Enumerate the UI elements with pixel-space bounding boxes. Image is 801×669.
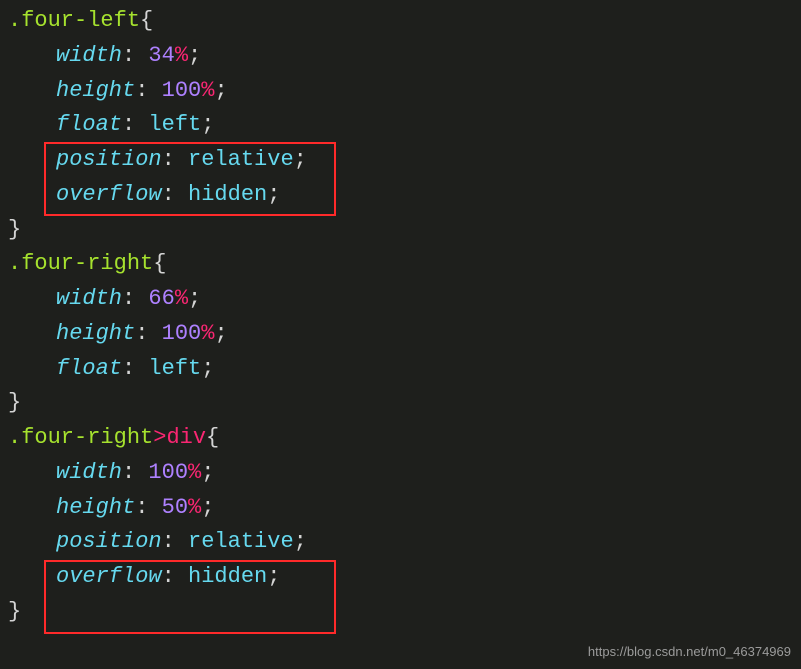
declaration-line: width: 100%; [8, 456, 801, 491]
css-value: hidden [188, 564, 267, 589]
brace-open: { [153, 251, 166, 276]
selector-line: .four-right>div{ [8, 421, 801, 456]
semicolon: ; [188, 286, 201, 311]
semicolon: ; [201, 356, 214, 381]
semicolon: ; [214, 321, 227, 346]
brace-close-line: } [8, 213, 801, 248]
brace-open: { [140, 8, 153, 33]
css-property: float [56, 356, 122, 381]
declaration-line: position: relative; [8, 143, 801, 178]
brace-open: { [206, 425, 219, 450]
css-unit: % [188, 495, 201, 520]
css-property: width [56, 286, 122, 311]
declaration-line: float: left; [8, 108, 801, 143]
declaration-line: height: 100%; [8, 317, 801, 352]
css-property: overflow [56, 564, 162, 589]
semicolon: ; [267, 564, 280, 589]
colon: : [122, 43, 135, 68]
declaration-line: float: left; [8, 352, 801, 387]
colon: : [135, 321, 148, 346]
semicolon: ; [294, 147, 307, 172]
semicolon: ; [267, 182, 280, 207]
declaration-line: overflow: hidden; [8, 178, 801, 213]
semicolon: ; [201, 112, 214, 137]
css-value: relative [188, 147, 294, 172]
selector-class: .four-right [8, 251, 153, 276]
semicolon: ; [188, 43, 201, 68]
css-value: 50 [162, 495, 188, 520]
declaration-line: overflow: hidden; [8, 560, 801, 595]
css-value: relative [188, 529, 294, 554]
colon: : [122, 286, 135, 311]
css-property: width [56, 460, 122, 485]
colon: : [162, 182, 175, 207]
selector-class: .four-right [8, 425, 153, 450]
selector-line: .four-right{ [8, 247, 801, 282]
css-value: left [148, 356, 201, 381]
css-unit: % [175, 286, 188, 311]
css-unit: % [175, 43, 188, 68]
css-property: height [56, 321, 135, 346]
css-unit: % [188, 460, 201, 485]
brace-close-line: } [8, 595, 801, 630]
css-property: height [56, 495, 135, 520]
css-property: width [56, 43, 122, 68]
css-value: 66 [148, 286, 174, 311]
declaration-line: height: 50%; [8, 491, 801, 526]
colon: : [162, 564, 175, 589]
declaration-line: width: 66%; [8, 282, 801, 317]
colon: : [135, 495, 148, 520]
brace-close: } [8, 599, 21, 624]
css-property: position [56, 147, 162, 172]
semicolon: ; [201, 495, 214, 520]
css-value: left [148, 112, 201, 137]
brace-close: } [8, 390, 21, 415]
colon: : [122, 112, 135, 137]
code-area: .four-left{ width: 34%; height: 100%; fl… [0, 0, 801, 630]
colon: : [162, 147, 175, 172]
css-property: float [56, 112, 122, 137]
css-value: 100 [162, 321, 202, 346]
selector-tag: div [166, 425, 206, 450]
declaration-line: position: relative; [8, 525, 801, 560]
declaration-line: height: 100%; [8, 74, 801, 109]
css-value: 100 [162, 78, 202, 103]
colon: : [122, 460, 135, 485]
selector-line: .four-left{ [8, 4, 801, 39]
css-property: height [56, 78, 135, 103]
css-property: overflow [56, 182, 162, 207]
semicolon: ; [214, 78, 227, 103]
css-property: position [56, 529, 162, 554]
brace-close-line: } [8, 386, 801, 421]
css-value: hidden [188, 182, 267, 207]
colon: : [135, 78, 148, 103]
semicolon: ; [294, 529, 307, 554]
selector-combinator: > [153, 425, 166, 450]
selector-class: .four-left [8, 8, 140, 33]
watermark-text: https://blog.csdn.net/m0_46374969 [588, 642, 791, 663]
css-value: 100 [148, 460, 188, 485]
colon: : [122, 356, 135, 381]
brace-close: } [8, 217, 21, 242]
declaration-line: width: 34%; [8, 39, 801, 74]
css-value: 34 [148, 43, 174, 68]
css-unit: % [201, 321, 214, 346]
semicolon: ; [201, 460, 214, 485]
css-unit: % [201, 78, 214, 103]
colon: : [162, 529, 175, 554]
